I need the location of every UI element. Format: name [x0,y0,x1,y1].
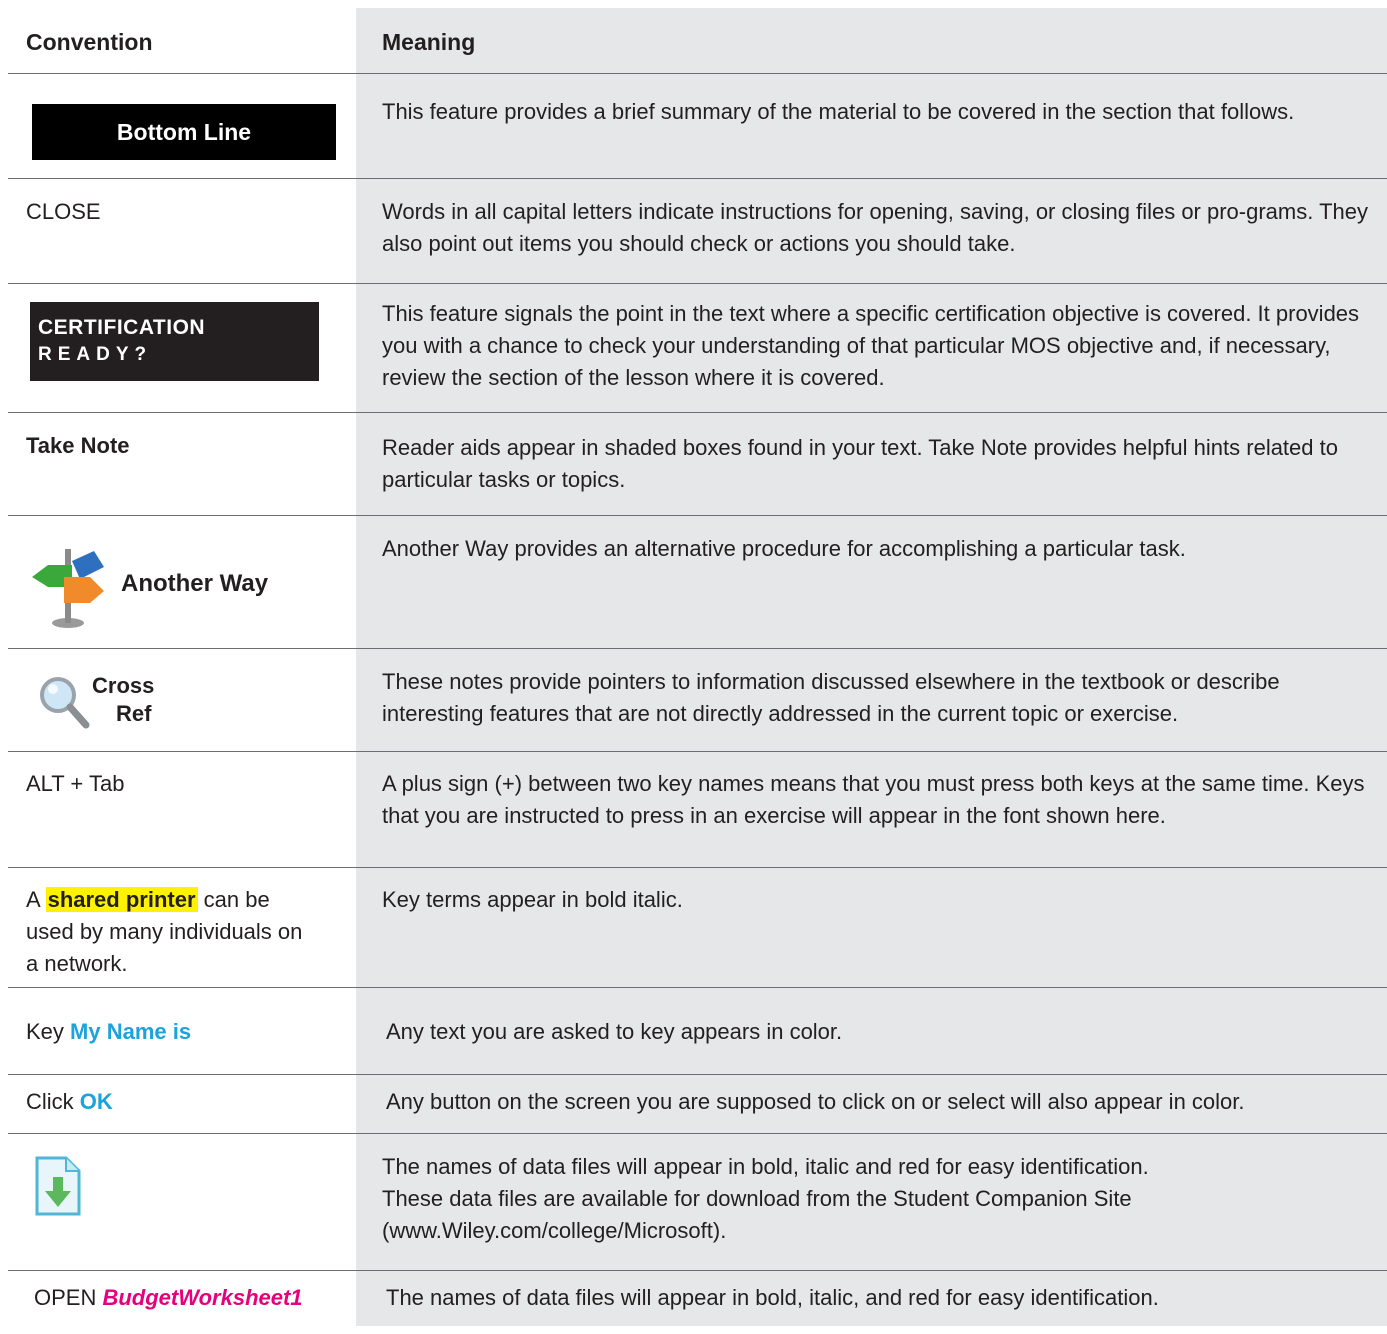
key-term-highlight: shared printer [45,887,198,912]
download-file-icon [35,1156,81,1216]
meaning-another-way: Another Way provides an alternative proc… [382,536,1186,561]
meaning-certification: This feature signals the point in the te… [382,301,1360,390]
header-convention: Convention [26,29,153,55]
divider [8,283,1387,284]
divider [8,178,1387,179]
convention-take-note: Take Note [26,433,130,458]
convention-key-term: A shared printer can be used by many ind… [26,887,303,976]
meaning-data-files: The names of data files will appear in b… [382,1154,1149,1243]
convention-click-ok: Click OK [26,1089,113,1114]
key-text-value: My Name is [70,1019,192,1044]
magnifier-icon [40,677,90,729]
convention-cross-ref: Cross Ref [92,673,155,726]
meaning-key-text: Any text you are asked to key appears in… [386,1019,843,1044]
convention-close: CLOSE [26,199,101,224]
convention-another-way: Another Way [121,570,269,597]
divider [8,867,1387,868]
meaning-click-ok: Any button on the screen you are suppose… [386,1089,1245,1114]
divider [8,1074,1387,1075]
divider [8,648,1387,649]
divider [8,412,1387,413]
meaning-open-file: The names of data files will appear in b… [386,1285,1159,1310]
file-name-value: BudgetWorksheet1 [102,1285,303,1310]
signpost-icon [32,549,104,628]
convention-open-file: OPEN BudgetWorksheet1 [34,1285,303,1310]
header-meaning: Meaning [382,29,476,55]
meaning-cross-ref: These notes provide pointers to informat… [382,669,1280,726]
meaning-key-term: Key terms appear in bold italic. [382,887,683,912]
divider [8,1133,1387,1134]
meaning-take-note: Reader aids appear in shaded boxes found… [382,435,1338,492]
click-ok-value: OK [79,1089,113,1114]
meaning-alt-tab: A plus sign (+) between two key names me… [382,771,1365,828]
meaning-bottom-line: This feature provides a brief summary of… [382,99,1295,124]
meaning-close: Words in all capital letters indicate in… [382,199,1368,256]
divider [8,1270,1387,1271]
divider [8,73,1387,74]
convention-alt-tab: ALT + Tab [26,771,125,796]
divider [8,515,1387,516]
convention-key-text: Key My Name is [26,1019,192,1044]
bottom-line-badge: Bottom Line [32,104,336,160]
divider [8,751,1387,752]
certification-ready-badge: CERTIFICATION READY? [30,302,319,381]
divider [8,987,1387,988]
